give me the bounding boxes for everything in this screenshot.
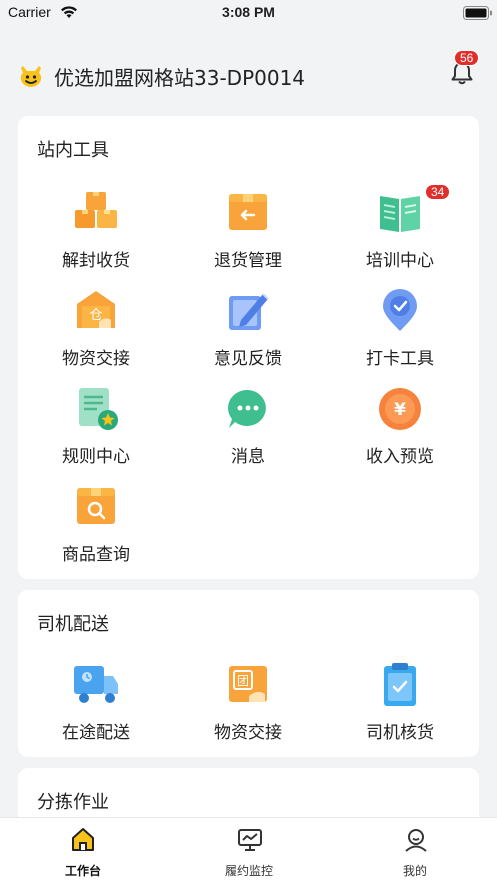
tool-in-transit-delivery[interactable]: 在途配送	[21, 662, 171, 752]
location-check-icon	[377, 288, 423, 334]
tab-profile[interactable]: 我的	[332, 818, 497, 884]
status-bar: Carrier 3:08 PM	[0, 0, 497, 26]
tab-label: 我的	[402, 864, 427, 878]
tool-income-preview[interactable]: ¥ 收入预览	[325, 386, 475, 476]
tool-label: 在途配送	[62, 723, 130, 743]
training-count-badge: 34	[425, 184, 451, 200]
tool-feedback[interactable]: 意见反馈	[173, 288, 323, 378]
tab-fulfillment-monitor[interactable]: 履约监控	[166, 818, 332, 884]
notification-count-badge: 56	[454, 50, 480, 66]
tool-driver-goods-check[interactable]: 司机核货	[325, 662, 475, 752]
tool-label: 商品查询	[62, 545, 130, 565]
battery-icon	[463, 5, 492, 20]
tool-return-management[interactable]: 退货管理	[173, 190, 323, 280]
tool-label: 消息	[231, 447, 265, 467]
svg-text:¥: ¥	[394, 400, 406, 420]
tool-label: 司机核货	[366, 723, 434, 743]
tool-label: 退货管理	[214, 251, 282, 271]
book-icon	[377, 190, 423, 236]
tool-check-in[interactable]: 打卡工具	[325, 288, 475, 378]
tool-messages[interactable]: 消息	[173, 386, 323, 476]
search-box-icon	[73, 484, 119, 530]
boxes-icon	[73, 190, 119, 236]
tool-product-search[interactable]: 商品查询	[21, 484, 171, 574]
chat-bubble-icon	[225, 386, 271, 432]
bottom-tab-bar: 工作台 履约监控 我的	[0, 817, 497, 884]
tool-label: 意见反馈	[214, 349, 282, 369]
profile-icon	[403, 827, 429, 857]
yuan-coin-icon: ¥	[377, 386, 423, 432]
tool-label: 培训中心	[366, 251, 434, 271]
tool-label: 打卡工具	[366, 349, 434, 369]
smiley-logo-icon	[17, 62, 45, 94]
tool-material-handover[interactable]: 仓 物资交接	[21, 288, 171, 378]
tool-label: 收入预览	[366, 447, 434, 467]
warehouse-handover-icon: 仓	[73, 288, 119, 334]
clipboard-check-icon	[377, 662, 423, 708]
driver-delivery-card: 司机配送 在途配送 团 物资交接 司机核货	[18, 590, 479, 757]
clock-time: 3:08 PM	[222, 4, 275, 20]
tool-unseal-receive[interactable]: 解封收货	[21, 190, 171, 280]
section-title: 站内工具	[37, 140, 109, 161]
tool-training-center[interactable]: 34 培训中心	[325, 184, 475, 280]
tool-label: 规则中心	[62, 447, 130, 467]
rules-doc-icon	[73, 386, 119, 432]
tool-label: 物资交接	[62, 349, 130, 369]
tab-label: 履约监控	[224, 864, 273, 878]
pencil-note-icon	[225, 288, 271, 334]
tool-label: 物资交接	[214, 723, 282, 743]
monitor-chart-icon	[237, 827, 263, 857]
delivery-truck-icon	[73, 662, 119, 708]
tab-workbench[interactable]: 工作台	[0, 818, 166, 884]
return-box-icon	[225, 190, 271, 236]
home-icon	[71, 827, 95, 857]
section-title: 司机配送	[37, 614, 109, 635]
page-header: 优选加盟网格站33-DP0014 56	[0, 50, 497, 95]
station-tools-card: 站内工具 解封收货 退货管理 34 培训中心 仓 物资交接 意见反馈 打卡工具 …	[18, 116, 479, 579]
page-title: 优选加盟网格站33-DP0014	[54, 66, 306, 90]
section-title: 分拣作业	[37, 792, 109, 813]
group-handover-icon: 团	[225, 662, 271, 708]
tab-label: 工作台	[64, 864, 101, 878]
tool-label: 解封收货	[62, 251, 130, 271]
tool-rules-center[interactable]: 规则中心	[21, 386, 171, 476]
svg-text:团: 团	[237, 674, 249, 688]
tool-driver-material-handover[interactable]: 团 物资交接	[173, 662, 323, 752]
